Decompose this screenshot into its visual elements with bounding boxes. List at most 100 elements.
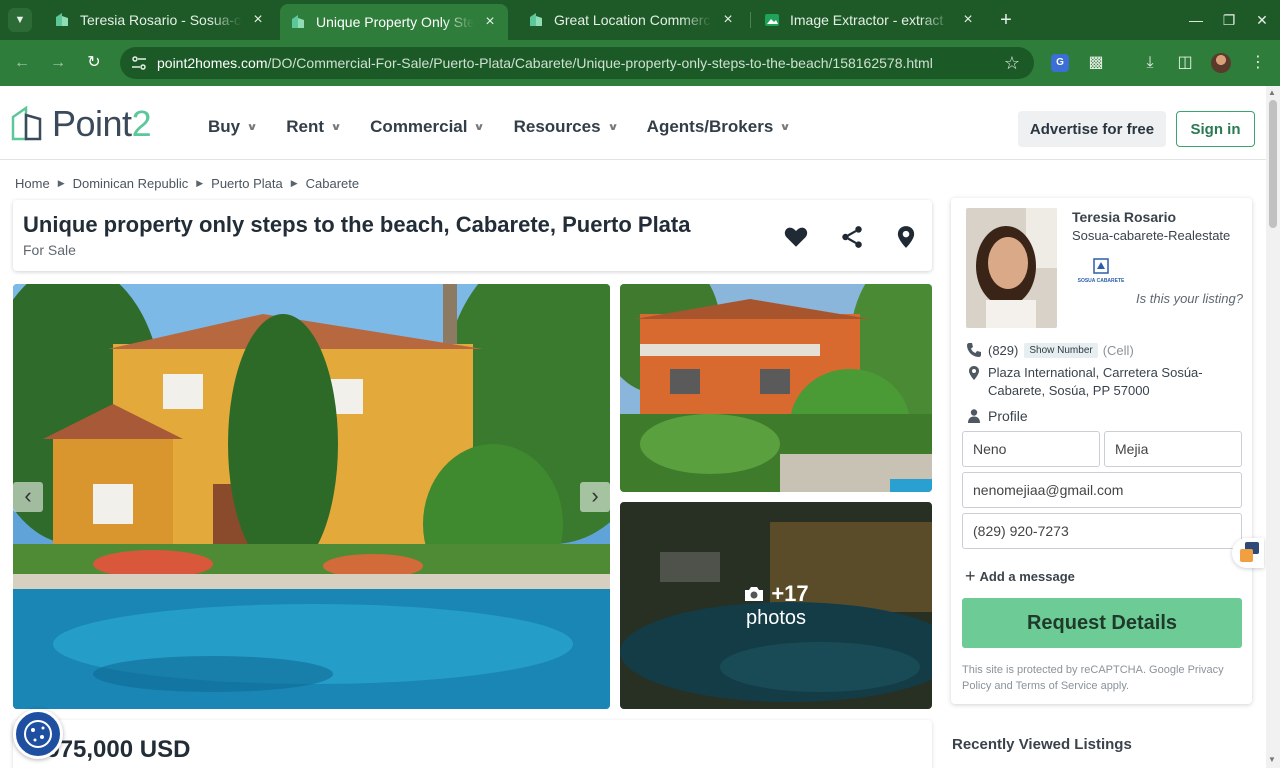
agent-company[interactable]: Sosua-cabarete-Realestate	[1072, 228, 1230, 243]
breadcrumb-country[interactable]: Dominican Republic	[73, 176, 189, 191]
profile-link[interactable]: Profile	[988, 408, 1028, 424]
bookmark-star-icon[interactable]: ☆	[1004, 53, 1020, 74]
scroll-down-arrow-icon[interactable]: ▼	[1268, 755, 1276, 764]
scroll-up-arrow-icon[interactable]: ▲	[1268, 88, 1276, 97]
profile-avatar-icon[interactable]	[1211, 53, 1231, 73]
menu-buy[interactable]: Buy ∨	[208, 117, 258, 137]
browser-tab[interactable]: Great Location Commercial ×	[518, 5, 746, 35]
cookie-settings-button[interactable]	[13, 709, 63, 759]
agent-phone-row: (829) Show Number (Cell)	[966, 342, 1134, 358]
photo-next-chevron-icon[interactable]: ›	[580, 482, 610, 512]
listing-status: For Sale	[23, 242, 76, 258]
url-host: point2homes.com	[157, 55, 268, 71]
download-icon[interactable]: ⤓	[1138, 51, 1162, 75]
tab-close-icon[interactable]: ×	[720, 12, 736, 28]
chevron-down-icon: ∨	[779, 121, 792, 133]
agent-profile-row[interactable]: Profile	[966, 408, 1028, 424]
map-pin-icon[interactable]	[893, 224, 919, 250]
tab-close-icon[interactable]: ×	[250, 12, 266, 28]
breadcrumb-separator-icon: ▶	[196, 178, 204, 188]
back-arrow-icon[interactable]: ←	[10, 51, 34, 75]
new-tab-plus-icon[interactable]: +	[994, 8, 1018, 32]
address-bar[interactable]: point2homes.com/DO/Commercial-For-Sale/P…	[120, 47, 1034, 79]
site-info-icon[interactable]	[130, 54, 148, 72]
request-details-button[interactable]: Request Details	[962, 598, 1242, 648]
tab-close-icon[interactable]: ×	[960, 12, 976, 28]
email-input[interactable]: nenomejiaa@gmail.com	[962, 472, 1242, 508]
minimize-icon[interactable]: —	[1184, 8, 1208, 32]
breadcrumb-region[interactable]: Puerto Plata	[211, 176, 283, 191]
tab-close-icon[interactable]: ×	[482, 14, 498, 30]
point2-logo[interactable]: Point2	[10, 103, 152, 144]
more-photos-count: +17	[743, 581, 809, 607]
side-panel-icon[interactable]: ◫	[1173, 51, 1197, 75]
menu-agents-brokers[interactable]: Agents/Brokers ∨	[647, 117, 792, 137]
listing-title-card: Unique property only steps to the beach,…	[13, 200, 932, 271]
share-icon[interactable]	[839, 224, 865, 250]
extensions-puzzle-icon[interactable]: ▩	[1084, 51, 1108, 75]
breadcrumb-home[interactable]: Home	[15, 176, 50, 191]
house-pool-photo	[13, 284, 610, 709]
listing-title: Unique property only steps to the beach,…	[23, 212, 691, 237]
recently-viewed-heading: Recently Viewed Listings	[952, 736, 1132, 753]
add-message-button[interactable]: + Add a message	[965, 566, 1075, 587]
last-name-input[interactable]: Mejia	[1104, 431, 1242, 467]
browser-tab-active[interactable]: Unique Property Only Steps to the Beach …	[280, 4, 508, 40]
is-your-listing-link[interactable]: Is this your listing?	[1136, 291, 1243, 306]
phone-type: (Cell)	[1102, 342, 1134, 358]
menu-rent[interactable]: Rent ∨	[286, 117, 342, 137]
advertise-button[interactable]: Advertise for free	[1018, 111, 1166, 147]
tab-title: Image Extractor - extract	[790, 12, 944, 28]
floating-extension-button[interactable]	[1232, 538, 1264, 568]
house-front-photo	[620, 284, 932, 492]
google-translate-icon[interactable]: G	[1051, 54, 1069, 72]
svg-text:SOSUA CABARETE: SOSUA CABARETE	[1078, 278, 1125, 284]
breadcrumb-separator-icon: ▶	[290, 178, 298, 188]
chevron-down-icon: ∨	[246, 121, 258, 133]
point2-favicon-icon	[56, 13, 68, 26]
main-menu: Buy ∨ Rent ∨ Commercial ∨ Resources ∨ Agents…	[208, 117, 819, 137]
main-listing-photo[interactable]	[13, 284, 610, 709]
first-name-input[interactable]: Neno	[962, 431, 1100, 467]
agent-name[interactable]: Teresia Rosario	[1072, 209, 1176, 225]
person-icon	[968, 409, 980, 423]
menu-resources[interactable]: Resources ∨	[514, 117, 619, 137]
url-path: /DO/Commercial-For-Sale/Puerto-Plata/Cab…	[267, 55, 933, 71]
photo-prev-chevron-icon[interactable]: ‹	[13, 482, 43, 512]
browser-toolbar: ← → ↻ point2homes.com/DO/Commercial-For-…	[0, 40, 1280, 86]
browser-tab[interactable]: Image Extractor - extract ×	[754, 5, 986, 35]
camera-icon	[745, 587, 764, 601]
phone-input[interactable]: (829) 920-7273	[962, 513, 1242, 549]
agent-phone-prefix: (829)	[988, 342, 1019, 358]
more-photos-overlay[interactable]: +17 photos	[620, 502, 932, 709]
menu-commercial[interactable]: Commercial ∨	[370, 117, 485, 137]
forward-arrow-icon[interactable]: →	[46, 51, 70, 75]
point2-logo-icon	[11, 105, 42, 141]
sign-in-button[interactable]: Sign in	[1176, 111, 1255, 147]
plus-icon: +	[965, 566, 976, 586]
agency-logo[interactable]: SOSUA CABARETE	[1074, 257, 1128, 289]
browser-tab[interactable]: Teresia Rosario - Sosua-cabarete-Realest…	[44, 5, 276, 35]
breadcrumb-separator-icon: ▶	[57, 178, 65, 188]
chrome-menu-icon[interactable]: ⋮	[1246, 51, 1270, 75]
restore-icon[interactable]: ❐	[1217, 8, 1241, 32]
breadcrumb-city[interactable]: Cabarete	[306, 176, 359, 191]
breadcrumb: Home ▶ Dominican Republic ▶ Puerto Plata…	[15, 176, 359, 191]
agency-logo-image: SOSUA CABARETE	[1076, 258, 1126, 284]
tab-title: Unique Property Only Steps to the Beach	[316, 14, 474, 30]
secondary-listing-photo[interactable]	[620, 284, 932, 492]
agent-photo[interactable]	[966, 208, 1057, 328]
agent-portrait-image	[966, 208, 1057, 328]
tab-search-icon[interactable]: ▼	[8, 8, 32, 32]
site-header: Point2 Buy ∨ Rent ∨ Commercial ∨ Resources ∨…	[0, 86, 1266, 160]
tab-title: Great Location Commercial	[554, 12, 712, 28]
window-close-icon[interactable]: ✕	[1250, 8, 1274, 32]
logo-text: Point2	[52, 103, 152, 144]
agent-address-row: Plaza International, Carretera Sosúa-Cab…	[966, 364, 1236, 400]
scrollbar-thumb[interactable]	[1269, 100, 1277, 228]
favorite-heart-icon[interactable]	[783, 224, 809, 250]
show-number-button[interactable]: Show Number	[1024, 342, 1098, 358]
cookie-icon	[24, 720, 52, 748]
browser-tab-bar: ▼ Teresia Rosario - Sosua-cabarete-Reale…	[0, 0, 1280, 40]
reload-icon[interactable]: ↻	[82, 51, 106, 75]
